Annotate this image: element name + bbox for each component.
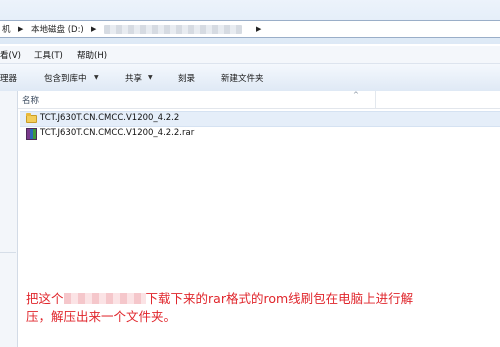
menu-tools[interactable]: 工具(T) (34, 49, 63, 61)
menu-help[interactable]: 帮助(H) (77, 49, 107, 61)
file-row-rar[interactable]: TCT.J630T.CN.CMCC.V1200_4.2.2.rar (20, 127, 500, 141)
blurred-breadcrumb (104, 25, 242, 34)
file-row-folder[interactable]: TCT.J630T.CN.CMCC.V1200_4.2.2 (20, 111, 500, 127)
chevron-down-icon[interactable]: ▼ (148, 74, 153, 81)
menu-bar: 看(V) 工具(T) 帮助(H) (0, 46, 500, 64)
breadcrumb-separator-icon[interactable]: ▶ (91, 25, 96, 33)
navigation-pane[interactable] (0, 91, 18, 347)
share-button[interactable]: 共享 (125, 72, 142, 84)
column-header: 名称 ^ (18, 91, 500, 109)
command-toolbar: 理器 包含到库中 ▼ 共享 ▼ 刻录 新建文件夹 (0, 64, 500, 92)
new-folder-button[interactable]: 新建文件夹 (221, 72, 264, 84)
chevron-down-icon[interactable]: ▼ (94, 74, 99, 81)
sort-ascending-icon: ^ (353, 91, 359, 99)
nav-divider (0, 252, 16, 253)
column-header-name[interactable]: 名称 (22, 94, 39, 106)
breadcrumb-separator-icon[interactable]: ▶ (256, 25, 261, 33)
folder-icon (26, 113, 37, 123)
burn-button[interactable]: 刻录 (178, 72, 195, 84)
caption-text-start: 把这个 (26, 291, 64, 306)
address-bar-area: 机 ▶ 本地磁盘 (D:) ▶ ▶ (0, 0, 500, 44)
breadcrumb-drive[interactable]: 本地磁盘 (D:) (31, 23, 84, 35)
file-name: TCT.J630T.CN.CMCC.V1200_4.2.2.rar (40, 128, 195, 138)
organize-button[interactable]: 理器 (0, 72, 17, 84)
column-divider[interactable] (375, 91, 376, 108)
caption-text-line1: 下载下来的rar格式的rom线刷包在电脑上进行解 (145, 291, 414, 306)
instruction-caption: 把这个 下载下来的rar格式的rom线刷包在电脑上进行解 压，解压出来一个文件夹。 (26, 290, 496, 326)
include-in-library-button[interactable]: 包含到库中 (44, 72, 87, 84)
rar-archive-icon (26, 128, 37, 140)
file-name: TCT.J630T.CN.CMCC.V1200_4.2.2 (40, 113, 180, 123)
breadcrumb-separator-icon[interactable]: ▶ (18, 25, 23, 33)
caption-text-line2: 压，解压出来一个文件夹。 (26, 309, 177, 324)
address-bar[interactable]: 机 ▶ 本地磁盘 (D:) ▶ ▶ (0, 20, 500, 38)
blurred-caption-text (63, 293, 146, 304)
menu-view[interactable]: 看(V) (0, 49, 21, 61)
breadcrumb-computer[interactable]: 机 (2, 23, 11, 35)
